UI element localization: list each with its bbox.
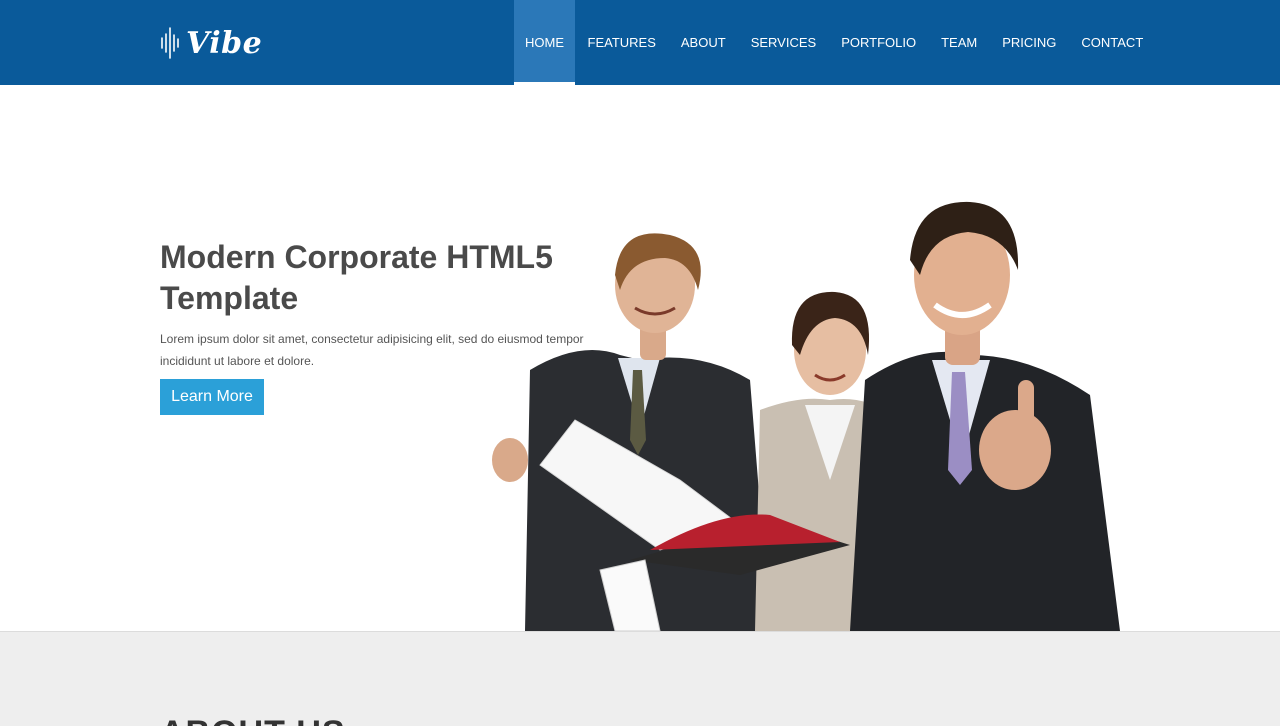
site-logo[interactable]: Vibe <box>160 24 262 62</box>
nav-item-services[interactable]: SERVICES <box>738 0 829 85</box>
nav-item-portfolio[interactable]: PORTFOLIO <box>829 0 929 85</box>
nav-item-team[interactable]: TEAM <box>929 0 990 85</box>
about-section: ABOUT US <box>0 631 1280 726</box>
nav-item-features[interactable]: FEATURES <box>575 0 668 85</box>
learn-more-button[interactable]: Learn More <box>160 379 264 415</box>
logo-text: Vibe <box>186 25 263 61</box>
soundwave-icon <box>161 27 179 59</box>
hero-section: Modern Corporate HTML5 Template Lorem ip… <box>0 85 1280 631</box>
nav-item-contact[interactable]: CONTACT <box>1069 0 1156 85</box>
business-team-illustration <box>492 201 1120 631</box>
site-header: Vibe HOME FEATURES ABOUT SERVICES PORTFO… <box>0 0 1280 85</box>
main-nav: HOME FEATURES ABOUT SERVICES PORTFOLIO T… <box>514 0 1156 85</box>
about-title: ABOUT US <box>160 714 346 726</box>
nav-item-pricing[interactable]: PRICING <box>990 0 1069 85</box>
right-man-figure <box>850 201 1120 631</box>
nav-item-about[interactable]: ABOUT <box>668 0 738 85</box>
nav-item-home[interactable]: HOME <box>514 0 575 85</box>
